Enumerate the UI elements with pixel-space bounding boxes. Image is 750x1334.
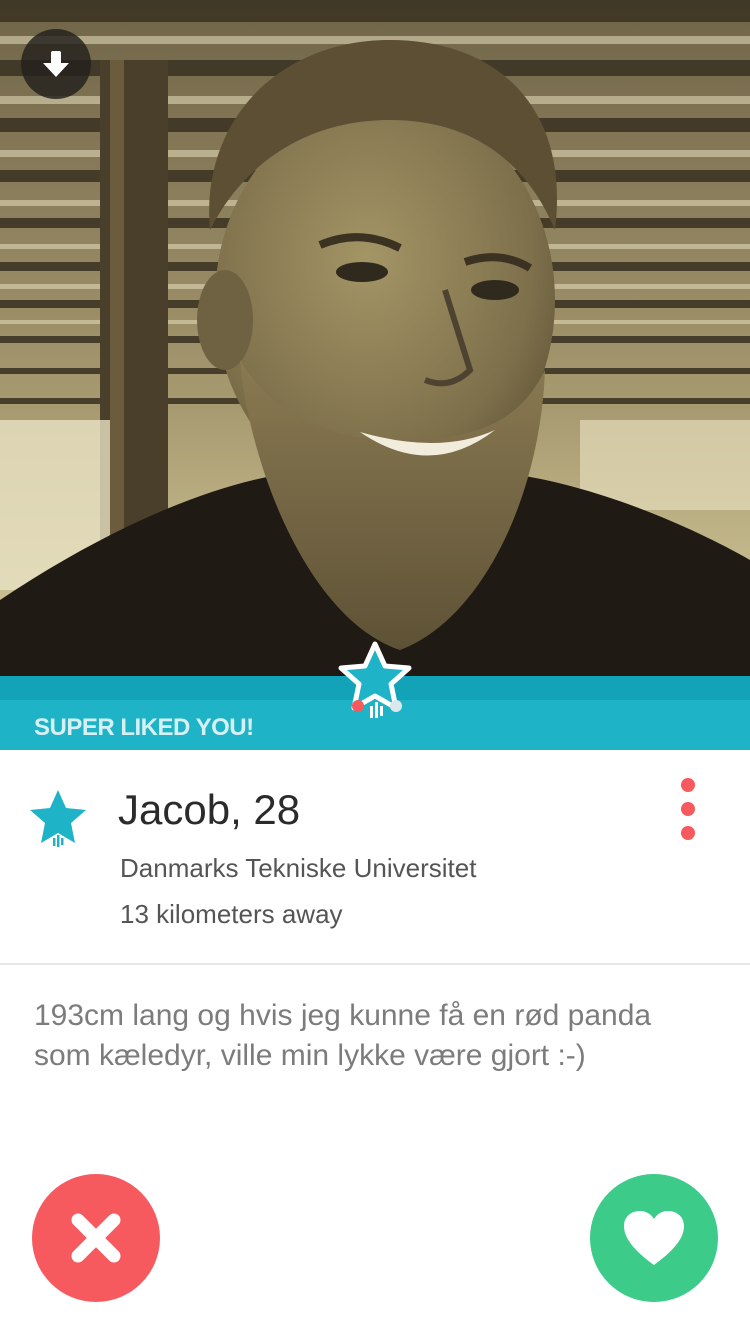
more-options-button[interactable] <box>670 778 706 844</box>
nope-button[interactable] <box>32 1174 160 1302</box>
profile-photo[interactable] <box>0 0 750 680</box>
profile-photo-image <box>0 0 750 680</box>
collapse-profile-button[interactable] <box>21 29 91 99</box>
like-button[interactable] <box>590 1174 718 1302</box>
profile-info: Jacob, 28 Danmarks Tekniske Universitet … <box>0 750 750 965</box>
super-like-star-icon <box>30 790 86 847</box>
more-vertical-icon <box>681 778 695 792</box>
bio-line: som kæledyr, ville min lykke være gjort … <box>34 1039 586 1072</box>
more-vertical-icon <box>681 826 695 840</box>
super-like-label: SUPER LIKED YOU! <box>34 714 254 741</box>
super-like-star-icon <box>338 641 412 718</box>
arrow-down-icon <box>43 51 69 77</box>
bio-line: 193cm lang og hvis jeg kunne få en rød p… <box>34 999 652 1032</box>
profile-bio: 193cm lang og hvis jeg kunne få en rød p… <box>34 996 724 1076</box>
profile-distance: 13 kilometers away <box>120 899 343 929</box>
profile-card-screen: SUPER LIKED YOU! Jacob, 28 Danmarks Tekn… <box>0 0 750 1334</box>
close-x-icon <box>71 1213 121 1263</box>
heart-icon <box>624 1211 684 1265</box>
more-vertical-icon <box>681 802 695 816</box>
profile-name: Jacob, 28 <box>118 786 301 833</box>
profile-school: Danmarks Tekniske Universitet <box>120 853 477 883</box>
